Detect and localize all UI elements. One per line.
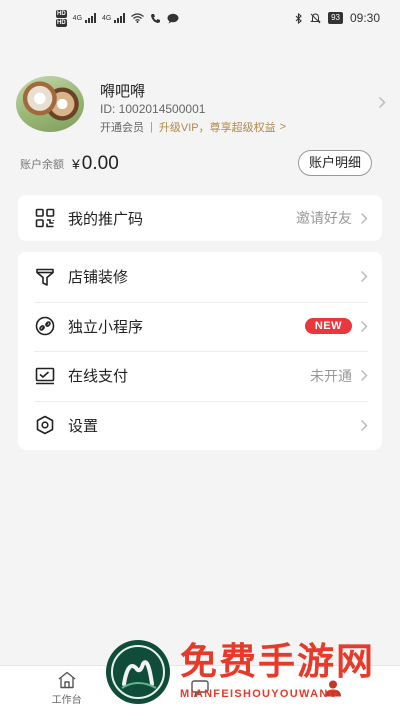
menu-item-store-decoration[interactable]: 店铺装修: [18, 252, 382, 302]
user-name: 嘚吧嘚: [100, 83, 146, 100]
signal-icon-2: [114, 13, 126, 23]
chevron-right-icon: [360, 320, 368, 332]
watermark-m-icon: [111, 645, 165, 699]
chevron-right-icon: [360, 419, 368, 431]
menu-label-online-payment: 在线支付: [68, 368, 129, 386]
main-menu-card: 店铺装修 独立小程序 NEW 在线支付 未开通 设置: [18, 252, 382, 450]
clock: 09:30: [349, 11, 380, 25]
account-detail-button[interactable]: 账户明细: [297, 150, 372, 176]
avatar[interactable]: [16, 76, 84, 132]
status-bar: HD HD 4G 4G 93 09:30: [0, 0, 400, 36]
member-label: 开通会员: [100, 122, 144, 134]
hd-label-2: HD: [56, 18, 67, 27]
upgrade-vip-link[interactable]: 升级VIP，尊享超级权益: [159, 119, 276, 135]
link-icon: [34, 315, 56, 337]
membership-line: 开通会员 | 升级VIP，尊享超级权益 >: [100, 119, 286, 135]
hd-label-1: HD: [56, 9, 67, 18]
menu-item-promo-code[interactable]: 我的推广码 邀请好友: [18, 195, 382, 241]
monitor-icon: [34, 365, 56, 387]
status-right: 93 09:30: [295, 11, 380, 25]
chevron-right-icon: [360, 370, 368, 382]
promo-code-card: 我的推广码 邀请好友: [18, 195, 382, 241]
watermark-subtitle: MIANFEISHOUYOUWANG: [180, 688, 339, 700]
chevron-right-icon: [360, 271, 368, 283]
user-id: ID: 1002014500001: [100, 102, 206, 116]
network-label-2: 4G: [102, 14, 112, 22]
wifi-icon: [131, 13, 145, 23]
nav-label-workbench: 工作台: [51, 695, 82, 706]
battery-indicator: 93: [328, 12, 343, 24]
balance-currency: ¥: [72, 156, 80, 172]
settings-icon: [34, 414, 56, 436]
menu-item-mini-program[interactable]: 独立小程序 NEW: [18, 301, 382, 352]
menu-item-online-payment[interactable]: 在线支付 未开通: [18, 351, 382, 401]
menu-label-promo-code: 我的推广码: [68, 210, 144, 228]
chevron-right-icon: [360, 212, 368, 224]
nav-item-workbench[interactable]: 工作台: [27, 671, 107, 706]
watermark-title: 免费手游网: [180, 640, 375, 683]
profile-chevron-right-icon[interactable]: [378, 96, 386, 109]
menu-label-store-decoration: 店铺装修: [68, 269, 129, 287]
balance-value: 0.00: [81, 153, 119, 174]
watermark-logo: [106, 640, 170, 704]
funnel-icon: [34, 266, 56, 288]
balance-section: 账户余额 ¥ 0.00 账户明细: [20, 150, 372, 178]
vip-chevron-icon[interactable]: >: [280, 121, 286, 133]
network-label-1: 4G: [72, 14, 83, 22]
profile-header[interactable]: 嘚吧嘚 ID: 1002014500001 开通会员 | 升级VIP，尊享超级权…: [16, 76, 386, 136]
status-left: HD HD 4G 4G: [56, 9, 179, 27]
mute-bell-icon: [310, 12, 321, 23]
signal-icon: [85, 13, 97, 23]
menu-label-settings: 设置: [68, 417, 99, 435]
member-separator: |: [150, 121, 153, 133]
home-icon: [58, 671, 76, 689]
payment-status-text: 未开通: [310, 367, 352, 384]
new-badge: NEW: [304, 318, 352, 335]
call-icon: [151, 13, 161, 23]
bluetooth-icon: [295, 12, 302, 24]
invite-friends-text: 邀请好友: [296, 210, 352, 226]
hd-indicator: HD HD: [56, 9, 67, 27]
menu-label-mini-program: 独立小程序: [68, 318, 144, 336]
qrcode-icon: [34, 207, 56, 229]
menu-item-settings[interactable]: 设置: [18, 400, 382, 451]
balance-label: 账户余额: [20, 159, 64, 171]
message-icon: [167, 13, 179, 23]
